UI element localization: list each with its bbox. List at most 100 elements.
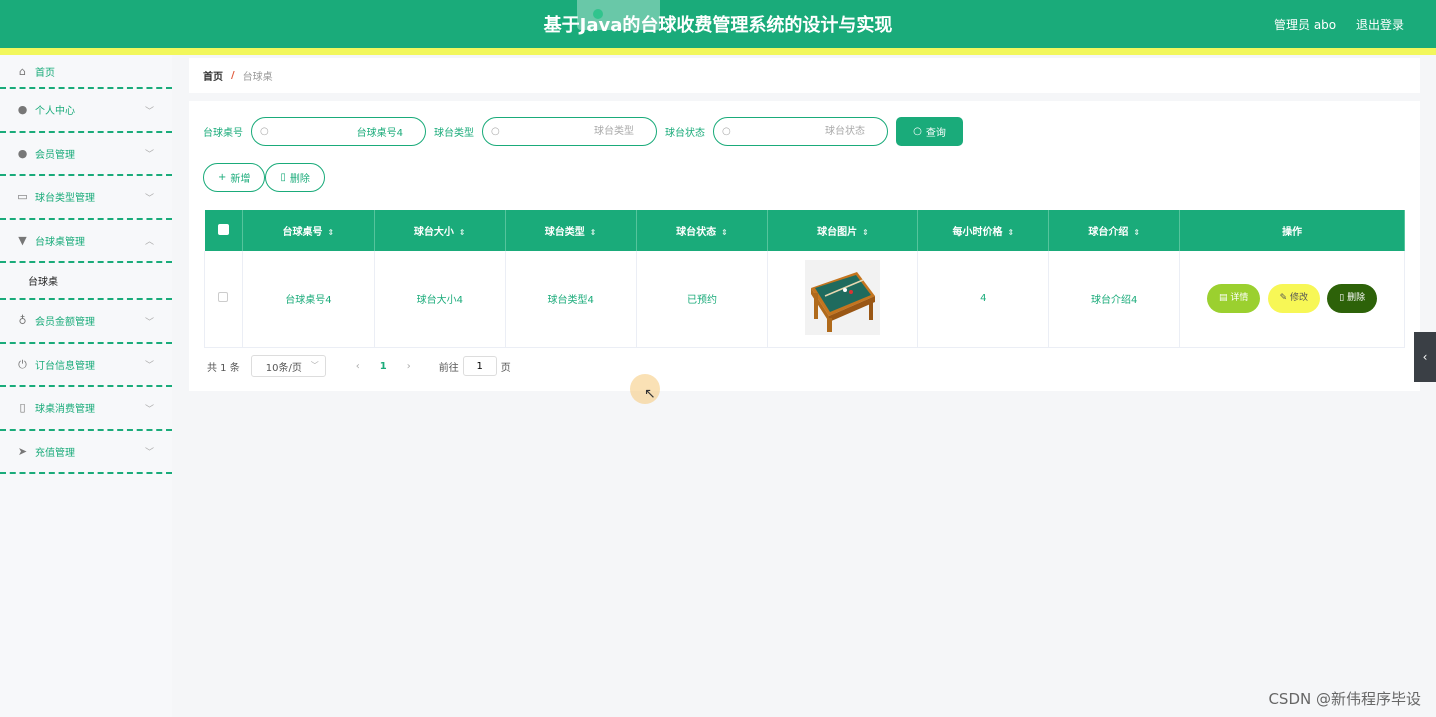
search-icon: ○ — [491, 126, 500, 137]
sort-icon: ⇕ — [862, 228, 869, 237]
chevron-down-icon: ﹀ — [144, 150, 154, 161]
sidebar-item-label: 首页 — [35, 67, 55, 79]
breadcrumb-home[interactable]: 首页 — [203, 68, 223, 83]
cell-number: 台球桌号4 — [242, 251, 375, 348]
sidebar-item-label: 球桌消费管理 — [35, 404, 95, 416]
column-header[interactable]: 每小时价格 ⇕ — [917, 210, 1050, 251]
sidebar-item-recharge[interactable]: ➤ 充值管理 ﹀ — [0, 431, 172, 474]
user-box: 管理员 abo 退出登录 — [1258, 16, 1404, 33]
goto-label: 前往 — [438, 362, 459, 374]
search-number-input[interactable] — [274, 123, 403, 140]
page-number[interactable]: 1 — [380, 361, 387, 372]
user-name[interactable]: 管理员 abo — [1274, 18, 1336, 32]
chevron-down-icon: ﹀ — [144, 448, 154, 459]
goto-suffix: 页 — [500, 362, 511, 374]
sidebar-subitem-tables[interactable]: 台球桌 — [0, 263, 172, 300]
row-checkbox[interactable] — [218, 292, 229, 303]
sort-icon: ⇕ — [721, 228, 728, 237]
goto-page-input[interactable] — [462, 356, 497, 376]
chevron-down-icon: ﹀ — [310, 361, 319, 370]
sidebar-item-label: 订台信息管理 — [35, 360, 95, 372]
row-select-cell — [204, 251, 243, 348]
trash-icon: ▯ — [1339, 293, 1348, 304]
pagination-total: 共 1 条 — [207, 362, 240, 374]
trash-icon: ▯ — [280, 172, 286, 183]
search-status-field: ○ — [713, 117, 888, 146]
search-icon: ○ — [260, 126, 269, 137]
sidebar-item-personal[interactable]: ● 个人中心 ﹀ — [0, 89, 172, 133]
table-row: 台球桌号4 球台大小4 球台类型4 已预约 4 球台介绍4 ▤ 详情 ✎ 修改 … — [204, 251, 1405, 348]
add-button[interactable]: + 新增 — [203, 163, 266, 192]
column-header[interactable]: 球台大小 ⇕ — [374, 210, 506, 251]
search-icon: ○ — [913, 126, 922, 137]
column-header[interactable]: 球台图片 ⇕ — [767, 210, 919, 251]
prev-page-button[interactable]: ‹ — [356, 361, 360, 372]
top-header: 基于Java的台球收费管理系统的设计与实现 管理员 abo 退出登录 — [0, 0, 1436, 48]
cell-image — [767, 251, 919, 348]
query-button[interactable]: ○ 查询 — [896, 117, 963, 146]
sort-icon: ⇕ — [1133, 228, 1141, 237]
search-type-input[interactable] — [505, 123, 634, 140]
pool-table-illustration — [805, 259, 881, 335]
chevron-left-icon: ‹ — [1422, 350, 1428, 364]
chevron-down-icon: ﹀ — [144, 361, 154, 372]
search-label-type: 球台类型 — [434, 128, 474, 139]
chevron-down-icon: ﹀ — [144, 106, 154, 117]
sidebar-item-label: 充值管理 — [35, 447, 75, 459]
next-page-button[interactable]: › — [407, 361, 411, 372]
document-icon: ▤ — [1219, 293, 1231, 304]
sidebar-item-label: 球台类型管理 — [35, 193, 95, 205]
pagination: 共 1 条 10条/页 ﹀ ‹ 1 › 前往 页 — [207, 355, 511, 377]
query-button-label: 查询 — [925, 128, 946, 139]
cell-intro: 球台介绍4 — [1048, 251, 1181, 348]
cell-type: 球台类型4 — [505, 251, 637, 348]
pencil-icon: ✎ — [1279, 293, 1291, 304]
breadcrumb-separator: / — [231, 70, 235, 81]
select-all-checkbox[interactable] — [217, 223, 229, 235]
logout-link[interactable]: 退出登录 — [1356, 18, 1404, 32]
search-status-input[interactable] — [736, 123, 865, 140]
add-button-label: 新增 — [230, 174, 251, 185]
chevron-up-icon: ︿ — [144, 237, 154, 248]
batch-delete-button[interactable]: ▯ 删除 — [265, 163, 325, 192]
cell-price: 4 — [917, 251, 1050, 348]
data-table: 台球桌号 ⇕ 球台大小 ⇕ 球台类型 ⇕ 球台状态 ⇕ 球台图片 ⇕ 每小时价格 ⇕ 球台介… — [204, 210, 1405, 348]
mic-icon: ♁ — [18, 314, 27, 328]
chevron-down-icon: ﹀ — [144, 193, 154, 204]
column-header[interactable]: 球台状态 ⇕ — [636, 210, 769, 251]
sidebar-item-label: 个人中心 — [35, 106, 75, 118]
search-label-number: 台球桌号 — [203, 128, 243, 139]
sidebar-item-members[interactable]: ● 会员管理 ﹀ — [0, 133, 172, 176]
sidebar-item-consumption[interactable]: ▯ 球桌消费管理 ﹀ — [0, 387, 172, 431]
header-stripe — [0, 48, 1436, 55]
sort-icon: ⇕ — [458, 228, 466, 237]
search-type-field: ○ — [482, 117, 657, 146]
column-header[interactable]: 球台类型 ⇕ — [505, 210, 637, 251]
chevron-down-icon: ﹀ — [144, 404, 154, 415]
mouse-pointer-icon: ↖ — [644, 386, 656, 402]
action-bar: + 新增 ▯ 删除 — [203, 163, 325, 192]
detail-button[interactable]: ▤ 详情 — [1207, 284, 1261, 314]
pool-table-image[interactable] — [805, 259, 881, 335]
edit-button[interactable]: ✎ 修改 — [1267, 284, 1321, 314]
page-size-select[interactable]: 10条/页 ﹀ — [250, 355, 326, 377]
sidebar-item-label: 会员金额管理 — [35, 317, 95, 329]
sidebar-item-balance[interactable]: ♁ 会员金额管理 ﹀ — [0, 300, 172, 344]
search-number-field: ○ — [251, 117, 426, 146]
column-header[interactable]: 台球桌号 ⇕ — [242, 210, 375, 251]
send-icon: ➤ — [17, 444, 28, 458]
user-icon: ● — [17, 103, 28, 117]
cell-operations: ▤ 详情 ✎ 修改 ▯ 删除 — [1179, 251, 1405, 348]
cell-size: 球台大小4 — [374, 251, 506, 348]
column-header[interactable]: 球台介绍 ⇕ — [1048, 210, 1181, 251]
collapse-panel-button[interactable]: ‹ — [1414, 332, 1436, 382]
sidebar-item-tables[interactable]: ▼ 台球桌管理 ︿ — [0, 220, 172, 263]
search-icon: ○ — [722, 126, 731, 137]
home-icon: ⌂ — [19, 64, 26, 78]
sidebar-item-bookings[interactable]: ⏻ 订台信息管理 ﹀ — [0, 344, 172, 387]
sidebar-item-table-types[interactable]: ▭ 球台类型管理 ﹀ — [0, 176, 172, 220]
delete-button[interactable]: ▯ 删除 — [1327, 284, 1378, 314]
sidebar-item-home[interactable]: ⌂ 首页 — [0, 55, 172, 89]
sort-icon: ⇕ — [327, 228, 335, 237]
plus-icon: + — [218, 172, 227, 183]
